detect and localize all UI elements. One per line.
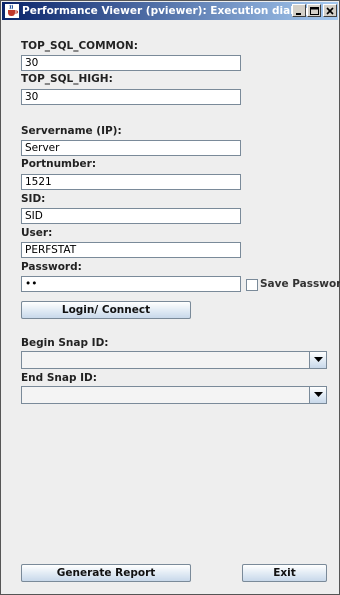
title-bar[interactable]: Performance Viewer (pviewer): Execution … [2, 2, 338, 20]
minimize-button[interactable] [292, 4, 306, 17]
login-connect-button[interactable]: Login/ Connect [21, 301, 191, 319]
java-cup-icon [5, 4, 19, 18]
maximize-icon [309, 6, 319, 15]
execution-dialog-window: Performance Viewer (pviewer): Execution … [0, 0, 340, 595]
close-button[interactable] [323, 4, 337, 17]
chevron-down-icon [313, 392, 323, 397]
begin-snap-id-label: Begin Snap ID: [21, 337, 109, 349]
window-title: Performance Viewer (pviewer): Execution … [22, 5, 309, 17]
password-label: Password: [21, 261, 82, 273]
user-label: User: [21, 227, 53, 239]
password-mask: •• [25, 278, 38, 290]
end-snap-dropdown-button[interactable] [309, 387, 326, 403]
top-sql-high-label: TOP_SQL_HIGH: [21, 73, 113, 85]
save-password-label: Save Password [260, 278, 340, 290]
portnumber-label: Portnumber: [21, 158, 97, 170]
chevron-down-icon [313, 357, 323, 362]
minimize-icon [296, 12, 301, 15]
generate-report-button[interactable]: Generate Report [21, 564, 191, 582]
servername-field[interactable] [21, 140, 241, 156]
servername-label: Servername (IP): [21, 125, 122, 137]
top-sql-common-field[interactable] [21, 55, 241, 71]
maximize-button[interactable] [307, 4, 321, 17]
begin-snap-id-dropdown[interactable] [21, 351, 327, 369]
sid-field[interactable] [21, 208, 241, 224]
user-field[interactable] [21, 242, 241, 258]
top-sql-high-field[interactable] [21, 89, 241, 105]
save-password-checkbox[interactable] [246, 279, 258, 291]
password-field[interactable]: •• [21, 276, 241, 292]
begin-snap-dropdown-button[interactable] [309, 352, 326, 368]
end-snap-id-dropdown[interactable] [21, 386, 327, 404]
sid-label: SID: [21, 193, 46, 205]
end-snap-id-label: End Snap ID: [21, 372, 97, 384]
exit-button[interactable]: Exit [242, 564, 327, 582]
top-sql-common-label: TOP_SQL_COMMON: [21, 40, 138, 52]
close-icon [326, 6, 334, 15]
portnumber-field[interactable] [21, 174, 241, 190]
